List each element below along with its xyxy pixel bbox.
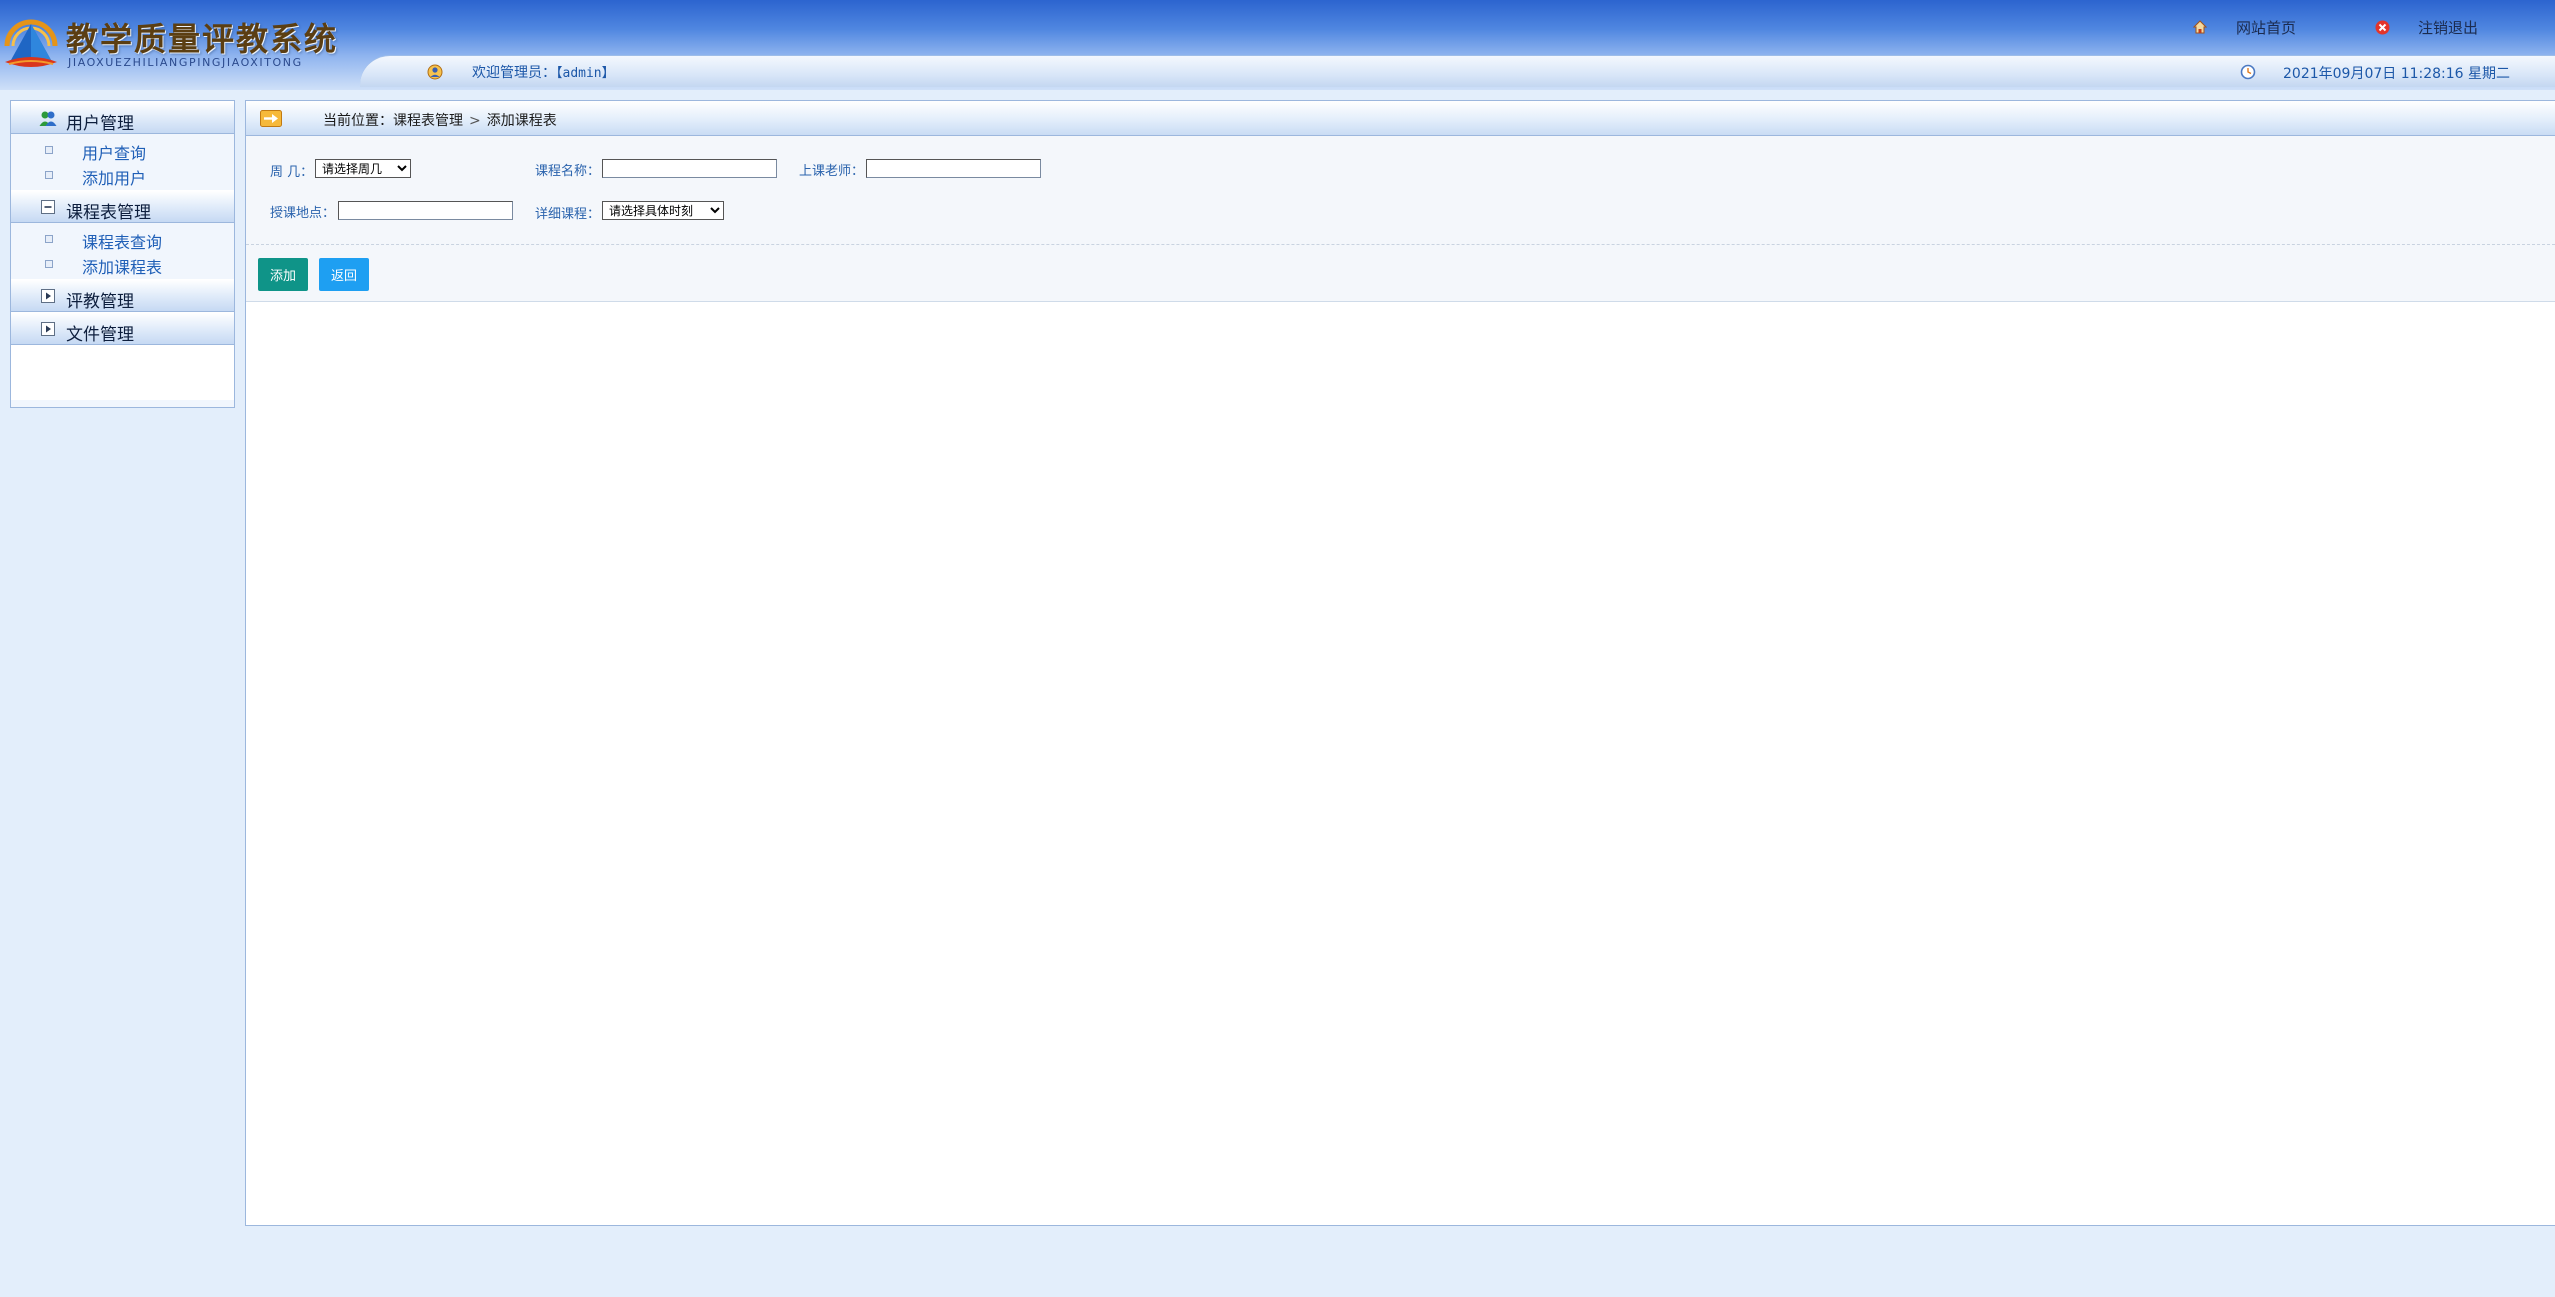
detail-course-label: 详细课程： (535, 207, 601, 222)
weekday-select[interactable]: 请选择周几 (315, 159, 411, 178)
app-title: 教学质量评教系统 (66, 20, 339, 58)
breadcrumb-text: 当前位置：课程表管理 > 添加课程表 (323, 110, 557, 130)
sidebar-group-items: 用户查询 添加用户 (11, 134, 234, 190)
welcome-message: 欢迎管理员：【admin】 (472, 62, 615, 82)
sidebar-item-schedule-query[interactable]: 课程表查询 (11, 227, 234, 252)
sidebar-group-label: 评教管理 (66, 292, 134, 312)
sidebar-item-user-query[interactable]: 用户查询 (11, 138, 234, 163)
form-divider (246, 244, 2555, 245)
teacher-label: 上课老师： (799, 164, 865, 179)
location-label: 授课地点： (270, 206, 336, 221)
expand-icon (41, 289, 55, 303)
arrow-right-icon (260, 110, 282, 127)
sidebar-group-label: 用户管理 (66, 114, 134, 134)
expand-icon (41, 322, 55, 336)
app-header: 教学质量评教系统 JIAOXUEZHILIANGPINGJIAOXITONG 网… (0, 0, 2555, 90)
logo-icon (4, 19, 58, 67)
header-subbar (360, 55, 2555, 87)
breadcrumb-section[interactable]: 课程表管理 (393, 113, 463, 129)
logout-link[interactable]: 注销退出 (2418, 17, 2478, 38)
detail-course-select[interactable]: 请选择具体时刻 (602, 201, 724, 220)
bullet-icon (45, 146, 53, 154)
sidebar-item-label: 添加课程表 (82, 258, 163, 277)
sidebar-item-label: 课程表查询 (82, 233, 163, 252)
welcome-prefix: 欢迎管理员： (472, 65, 556, 81)
bullet-icon (45, 171, 53, 179)
breadcrumb-prefix: 当前位置： (323, 113, 393, 129)
close-icon[interactable] (2374, 19, 2390, 35)
back-button[interactable]: 返回 (319, 258, 369, 291)
add-schedule-form: 周 几： 请选择周几 课程名称： 上课老师： 授课地点： 详细课程： 请选择具体… (246, 136, 2555, 302)
sidebar-group-schedule-management[interactable]: 课程表管理 (11, 190, 234, 223)
app-subtitle: JIAOXUEZHILIANGPINGJIAOXITONG (68, 56, 303, 69)
sidebar-footer (11, 345, 234, 400)
sidebar: 用户管理 用户查询 添加用户 课程表管理 课程表查询 添加课程表 评教管理 文件… (10, 100, 235, 408)
clock-icon (2240, 64, 2256, 80)
welcome-username: 【admin】 (556, 66, 615, 81)
user-icon (427, 64, 443, 80)
sidebar-group-label: 课程表管理 (66, 203, 151, 223)
bullet-icon (45, 235, 53, 243)
sidebar-group-items: 课程表查询 添加课程表 (11, 223, 234, 279)
sidebar-group-user-management[interactable]: 用户管理 (11, 101, 234, 134)
collapse-icon (41, 200, 55, 214)
add-button[interactable]: 添加 (258, 258, 308, 291)
course-name-input[interactable] (602, 159, 777, 178)
breadcrumb-page: 添加课程表 (486, 113, 557, 129)
sidebar-item-label: 添加用户 (82, 169, 147, 188)
home-link[interactable]: 网站首页 (2236, 17, 2296, 38)
sidebar-group-file-management[interactable]: 文件管理 (11, 312, 234, 345)
location-input[interactable] (338, 201, 513, 220)
breadcrumb-separator: > (469, 113, 481, 129)
main-panel: 当前位置：课程表管理 > 添加课程表 周 几： 请选择周几 课程名称： 上课老师： … (245, 100, 2555, 1226)
course-name-label: 课程名称： (535, 164, 601, 179)
sidebar-group-evaluation-management[interactable]: 评教管理 (11, 279, 234, 312)
bullet-icon (45, 260, 53, 268)
sidebar-item-add-user[interactable]: 添加用户 (11, 163, 234, 188)
sidebar-group-label: 文件管理 (66, 325, 134, 345)
current-datetime: 2021年09月07日 11:28:16 星期二 (2283, 66, 2511, 82)
users-icon (39, 111, 57, 126)
teacher-input[interactable] (866, 159, 1041, 178)
breadcrumb: 当前位置：课程表管理 > 添加课程表 (246, 101, 2555, 136)
home-icon[interactable] (2192, 19, 2208, 35)
sidebar-item-label: 用户查询 (82, 144, 147, 163)
sidebar-item-add-schedule[interactable]: 添加课程表 (11, 252, 234, 277)
weekday-label: 周 几： (270, 165, 314, 180)
